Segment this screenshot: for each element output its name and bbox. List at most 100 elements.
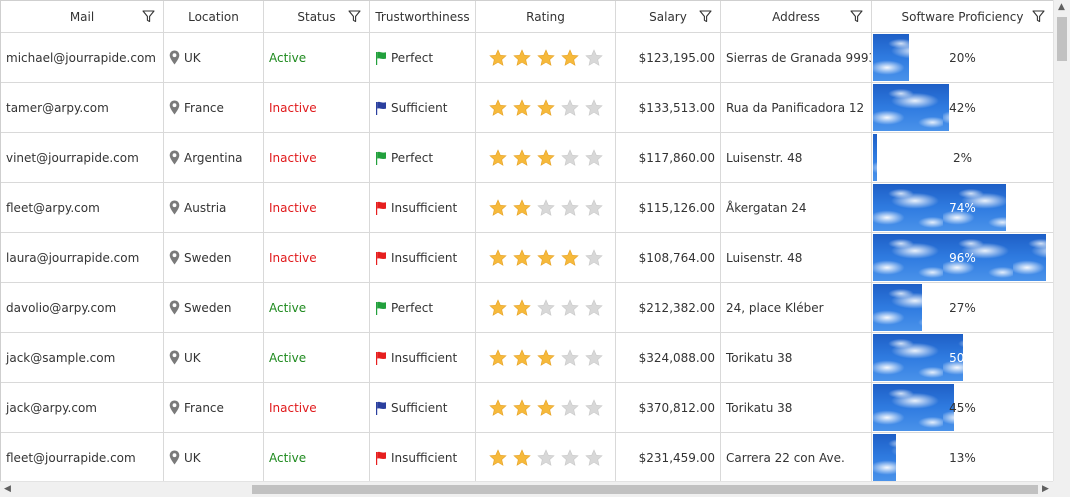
- star-filled-icon[interactable]: [488, 48, 507, 67]
- rating-cell[interactable]: [476, 383, 616, 433]
- column-header-location[interactable]: Location: [164, 1, 264, 33]
- star-empty-icon[interactable]: [560, 198, 579, 217]
- star-empty-icon[interactable]: [584, 48, 603, 67]
- address-cell[interactable]: Åkergatan 24: [721, 183, 872, 233]
- address-cell[interactable]: Luisenstr. 48: [721, 133, 872, 183]
- column-header-rating[interactable]: Rating: [476, 1, 616, 33]
- star-empty-icon[interactable]: [584, 98, 603, 117]
- rating-cell[interactable]: [476, 133, 616, 183]
- star-empty-icon[interactable]: [584, 348, 603, 367]
- column-header-trustworthiness[interactable]: Trustworthiness: [370, 1, 476, 33]
- star-filled-icon[interactable]: [512, 348, 531, 367]
- status-cell[interactable]: Inactive: [264, 83, 370, 133]
- proficiency-cell[interactable]: 20%: [872, 33, 1053, 83]
- horizontal-scroll-thumb[interactable]: [252, 485, 1038, 494]
- column-header-address[interactable]: Address: [721, 1, 872, 33]
- proficiency-cell[interactable]: 27%: [872, 283, 1053, 333]
- proficiency-cell[interactable]: 13%: [872, 433, 1053, 481]
- location-cell[interactable]: France: [164, 383, 264, 433]
- rating-cell[interactable]: [476, 283, 616, 333]
- mail-cell[interactable]: laura@jourrapide.com: [1, 233, 164, 283]
- salary-cell[interactable]: $108,764.00: [616, 233, 721, 283]
- salary-cell[interactable]: $231,459.00: [616, 433, 721, 481]
- table-row[interactable]: davolio@arpy.com Sweden Active Perfect $212,…: [1, 283, 1053, 333]
- star-filled-icon[interactable]: [536, 348, 555, 367]
- mail-cell[interactable]: jack@arpy.com: [1, 383, 164, 433]
- star-empty-icon[interactable]: [536, 198, 555, 217]
- proficiency-cell[interactable]: 2%: [872, 133, 1053, 183]
- table-row[interactable]: laura@jourrapide.com Sweden Inactive Insuff…: [1, 233, 1053, 283]
- trustworthiness-cell[interactable]: Sufficient: [370, 83, 476, 133]
- star-empty-icon[interactable]: [560, 348, 579, 367]
- mail-cell[interactable]: fleet@arpy.com: [1, 183, 164, 233]
- star-filled-icon[interactable]: [536, 148, 555, 167]
- star-empty-icon[interactable]: [584, 298, 603, 317]
- trustworthiness-cell[interactable]: Insufficient: [370, 333, 476, 383]
- location-cell[interactable]: France: [164, 83, 264, 133]
- salary-cell[interactable]: $117,860.00: [616, 133, 721, 183]
- address-cell[interactable]: 24, place Kléber: [721, 283, 872, 333]
- mail-cell[interactable]: fleet@jourrapide.com: [1, 433, 164, 481]
- status-cell[interactable]: Active: [264, 33, 370, 83]
- filter-icon[interactable]: [142, 10, 155, 23]
- rating-cell[interactable]: [476, 333, 616, 383]
- column-header-mail[interactable]: Mail: [1, 1, 164, 33]
- star-filled-icon[interactable]: [536, 398, 555, 417]
- star-filled-icon[interactable]: [512, 398, 531, 417]
- star-empty-icon[interactable]: [560, 398, 579, 417]
- trustworthiness-cell[interactable]: Insufficient: [370, 433, 476, 481]
- horizontal-scrollbar[interactable]: ◀ ▶: [0, 481, 1053, 497]
- column-header-software-proficiency[interactable]: Software Proficiency: [872, 1, 1053, 33]
- location-cell[interactable]: UK: [164, 33, 264, 83]
- table-row[interactable]: fleet@jourrapide.com UK Active Insufficient…: [1, 433, 1053, 481]
- vertical-scrollbar[interactable]: ▲: [1053, 0, 1070, 481]
- proficiency-cell[interactable]: 45%: [872, 383, 1053, 433]
- trustworthiness-cell[interactable]: Perfect: [370, 283, 476, 333]
- trustworthiness-cell[interactable]: Sufficient: [370, 383, 476, 433]
- salary-cell[interactable]: $133,513.00: [616, 83, 721, 133]
- rating-cell[interactable]: [476, 433, 616, 481]
- star-empty-icon[interactable]: [536, 298, 555, 317]
- star-filled-icon[interactable]: [560, 48, 579, 67]
- table-row[interactable]: vinet@jourrapide.com Argentina Inactive Per…: [1, 133, 1053, 183]
- column-header-status[interactable]: Status: [264, 1, 370, 33]
- star-empty-icon[interactable]: [584, 148, 603, 167]
- star-filled-icon[interactable]: [536, 248, 555, 267]
- trustworthiness-cell[interactable]: Perfect: [370, 133, 476, 183]
- star-filled-icon[interactable]: [560, 248, 579, 267]
- location-cell[interactable]: UK: [164, 433, 264, 481]
- star-filled-icon[interactable]: [488, 348, 507, 367]
- status-cell[interactable]: Inactive: [264, 233, 370, 283]
- location-cell[interactable]: Sweden: [164, 233, 264, 283]
- status-cell[interactable]: Inactive: [264, 133, 370, 183]
- proficiency-cell[interactable]: 50%: [872, 333, 1053, 383]
- location-cell[interactable]: Sweden: [164, 283, 264, 333]
- rating-cell[interactable]: [476, 33, 616, 83]
- star-empty-icon[interactable]: [560, 98, 579, 117]
- scroll-up-arrow-icon[interactable]: ▲: [1058, 0, 1065, 15]
- location-cell[interactable]: UK: [164, 333, 264, 383]
- scroll-left-arrow-icon[interactable]: ◀: [4, 481, 11, 497]
- star-filled-icon[interactable]: [512, 148, 531, 167]
- table-row[interactable]: tamer@arpy.com France Inactive Sufficient $1…: [1, 83, 1053, 133]
- star-empty-icon[interactable]: [536, 448, 555, 467]
- rating-cell[interactable]: [476, 183, 616, 233]
- address-cell[interactable]: Rua da Panificadora 12: [721, 83, 872, 133]
- status-cell[interactable]: Active: [264, 433, 370, 481]
- address-cell[interactable]: Sierras de Granada 9993: [721, 33, 872, 83]
- rating-cell[interactable]: [476, 83, 616, 133]
- filter-icon[interactable]: [850, 10, 863, 23]
- star-empty-icon[interactable]: [560, 298, 579, 317]
- proficiency-cell[interactable]: 96%: [872, 233, 1053, 283]
- star-filled-icon[interactable]: [488, 198, 507, 217]
- salary-cell[interactable]: $123,195.00: [616, 33, 721, 83]
- star-filled-icon[interactable]: [488, 148, 507, 167]
- star-filled-icon[interactable]: [488, 398, 507, 417]
- star-filled-icon[interactable]: [536, 48, 555, 67]
- location-cell[interactable]: Argentina: [164, 133, 264, 183]
- status-cell[interactable]: Active: [264, 333, 370, 383]
- filter-icon[interactable]: [1032, 10, 1045, 23]
- vertical-scroll-thumb[interactable]: [1057, 17, 1067, 61]
- trustworthiness-cell[interactable]: Insufficient: [370, 233, 476, 283]
- star-filled-icon[interactable]: [488, 298, 507, 317]
